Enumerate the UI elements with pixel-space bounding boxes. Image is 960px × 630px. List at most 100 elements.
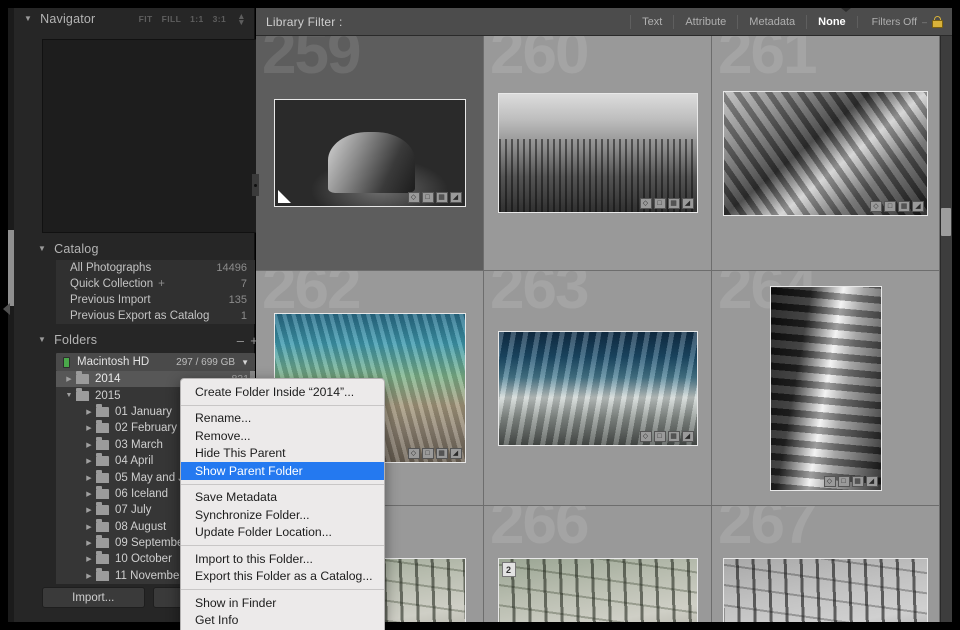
context-menu-item[interactable]: Get Info [181, 612, 384, 630]
grid-cell[interactable]: 266 2 [484, 506, 712, 622]
adjust-badge-icon[interactable]: ◢ [449, 192, 462, 203]
volume-row-macintosh-hd[interactable]: Macintosh HD 297 / 699 GB ▼ [56, 353, 255, 371]
stepper-updown-icon[interactable]: ▲ ▼ [237, 11, 246, 26]
crop-badge-icon[interactable]: ◇ [870, 200, 882, 212]
crop-badge-icon[interactable]: ◇ [639, 198, 652, 209]
filter-tab-attribute[interactable]: Attribute [673, 14, 737, 29]
lock-closed-icon[interactable] [932, 15, 943, 28]
catalog-item-quick-collection[interactable]: Quick Collection + 7 [56, 276, 255, 292]
adjust-badge-icon[interactable]: ◢ [912, 200, 924, 212]
zoom-1-1[interactable]: 1:1 [190, 14, 204, 24]
adjust-badge-icon[interactable]: ◢ [681, 430, 694, 442]
catalog-item-count: 14496 [216, 262, 247, 274]
photo-thumbnail[interactable]: ◇ □ ▦ ◢ [273, 99, 466, 207]
grid-cell[interactable]: 261 ◇ □ ▦ ◢ [712, 36, 940, 271]
metadata-badge-icon[interactable]: ▦ [898, 200, 910, 212]
filter-bar-collapse-tick-icon[interactable] [841, 8, 851, 12]
folders-header[interactable]: ▼ Folders – + [28, 329, 269, 351]
crop-badge-icon[interactable]: ◇ [823, 475, 836, 487]
context-menu-item[interactable]: Remove... [181, 427, 384, 445]
crop-badge-icon[interactable]: ◇ [407, 448, 420, 459]
photo-thumbnail[interactable]: ◇ □ ▦ ◢ [769, 285, 882, 491]
chevron-right-icon[interactable]: ▶ [84, 408, 94, 416]
volume-menu-chevron-icon[interactable]: ▼ [241, 358, 249, 367]
remove-folder-button[interactable]: – [234, 334, 247, 347]
stack-count-badge[interactable]: 2 [501, 562, 516, 577]
context-menu-item[interactable]: Synchronize Folder... [181, 506, 384, 524]
metadata-badge-icon[interactable]: ▦ [667, 198, 680, 209]
grid-cell[interactable]: 259 ◇ □ ▦ ◢ [256, 36, 484, 271]
photo-thumbnail[interactable]: ◇ □ ▦ ◢ [497, 330, 698, 446]
chevron-down-icon[interactable]: ▼ [38, 336, 46, 344]
adjust-badge-icon[interactable]: ◢ [449, 448, 462, 459]
catalog-item-previous-import[interactable]: Previous Import 135 [56, 292, 255, 308]
zoom-3-1[interactable]: 3:1 [213, 14, 227, 24]
chevron-right-icon[interactable]: ▶ [84, 424, 94, 432]
photo-thumbnail[interactable] [723, 558, 928, 622]
library-filter-label: Library Filter : [266, 14, 343, 29]
photo-thumbnail[interactable]: ◇ □ ▦ ◢ [497, 93, 698, 213]
filters-off-control[interactable]: Filters Off – [856, 15, 952, 28]
context-menu-item[interactable]: Rename... [181, 410, 384, 428]
chevron-right-icon[interactable]: ▶ [84, 555, 94, 563]
grid-left-resize-handle[interactable] [252, 174, 259, 196]
thumbnail-badge-icon[interactable]: □ [653, 430, 666, 442]
metadata-badge-icon[interactable]: ▦ [851, 475, 864, 487]
navigator-preview[interactable] [42, 39, 266, 233]
filter-tab-metadata[interactable]: Metadata [737, 14, 806, 29]
metadata-badge-icon[interactable]: ▦ [435, 448, 448, 459]
grid-cell[interactable]: 267 [712, 506, 940, 622]
grid-cell[interactable]: 264 ◇ □ ▦ ◢ [712, 271, 940, 506]
catalog-item-previous-export-as-catalog[interactable]: Previous Export as Catalog 1 [56, 308, 255, 324]
chevron-right-icon[interactable]: ▶ [84, 572, 94, 580]
context-menu-item[interactable]: Show in Finder [181, 594, 384, 612]
photo-thumbnail[interactable]: 2 [497, 558, 698, 622]
chevron-right-icon[interactable]: ▶ [84, 474, 94, 482]
import-button[interactable]: Import... [42, 587, 145, 608]
context-menu-item[interactable]: Export this Folder as a Catalog... [181, 568, 384, 586]
thumbnail-badge-icon[interactable]: □ [837, 475, 850, 487]
chevron-down-icon[interactable]: ▼ [38, 245, 46, 253]
filter-tab-text[interactable]: Text [630, 14, 673, 29]
navigator-zoom-controls[interactable]: FIT FILL 1:1 3:1 ▲ ▼ [139, 11, 246, 26]
crop-badge-icon[interactable]: ◇ [407, 192, 420, 203]
metadata-badge-icon[interactable]: ▦ [667, 430, 680, 442]
thumbnail-badge-icon[interactable]: □ [884, 200, 896, 212]
adjust-badge-icon[interactable]: ◢ [681, 198, 694, 209]
chevron-right-icon[interactable]: ▶ [64, 375, 74, 383]
context-menu-item[interactable]: Save Metadata [181, 489, 384, 507]
context-menu-item[interactable]: Hide This Parent [181, 445, 384, 463]
chevron-right-icon[interactable]: ▶ [84, 457, 94, 465]
photo-thumbnail[interactable]: ◇ □ ▦ ◢ [723, 90, 928, 216]
chevron-right-icon[interactable]: ▶ [84, 506, 94, 514]
thumbnail-badge-icon[interactable]: □ [421, 192, 434, 203]
grid-cell[interactable]: 263 ◇ □ ▦ ◢ [484, 271, 712, 506]
folder-context-menu[interactable]: Create Folder Inside “2014”... Rename... R… [180, 378, 385, 630]
adjust-badge-icon[interactable]: ◢ [865, 475, 878, 487]
thumbnail-badge-icon[interactable]: □ [653, 198, 666, 209]
grid-scrollbar-thumb[interactable] [941, 208, 951, 236]
chevron-down-icon[interactable]: ▼ [24, 15, 32, 23]
context-menu-item[interactable]: Import to this Folder... [181, 550, 384, 568]
navigator-header[interactable]: ▼ Navigator FIT FILL 1:1 3:1 ▲ ▼ [14, 8, 254, 30]
crop-badge-icon[interactable]: ◇ [639, 430, 652, 442]
thumbnail-badge-icon[interactable]: □ [421, 448, 434, 459]
zoom-fill[interactable]: FILL [162, 14, 182, 24]
grid-cell[interactable]: 260 ◇ □ ▦ ◢ [484, 36, 712, 271]
chevron-right-icon[interactable]: ▶ [84, 490, 94, 498]
filter-tab-none[interactable]: None [806, 14, 857, 29]
chevron-right-icon[interactable]: ▶ [84, 539, 94, 547]
catalog-item-all-photographs[interactable]: All Photographs 14496 [56, 260, 255, 276]
chevron-right-icon[interactable]: ▶ [84, 523, 94, 531]
grid-scrollbar-track[interactable] [940, 36, 952, 622]
metadata-badge-icon[interactable]: ▦ [435, 192, 448, 203]
flag-marker-icon[interactable] [277, 190, 291, 203]
context-menu-item[interactable]: Update Folder Location... [181, 524, 384, 542]
zoom-fit[interactable]: FIT [139, 14, 153, 24]
chevron-right-icon[interactable]: ▶ [84, 441, 94, 449]
context-menu-item[interactable]: Show Parent Folder [181, 462, 384, 480]
chevron-down-icon[interactable]: ▼ [64, 392, 74, 399]
catalog-header[interactable]: ▼ Catalog [28, 238, 269, 260]
collapse-left-panel-arrow-icon[interactable] [3, 303, 10, 315]
context-menu-item[interactable]: Create Folder Inside “2014”... [181, 383, 384, 401]
